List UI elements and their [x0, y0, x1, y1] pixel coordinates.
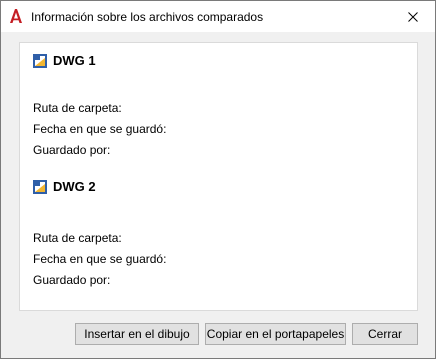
close-button[interactable]: Cerrar	[352, 323, 418, 345]
dwg1-title: DWG 1	[53, 53, 96, 68]
dwg2-header: DWG 2	[33, 179, 96, 195]
autocad-a-icon	[10, 9, 22, 23]
dwg2-saved-by-label: Guardado por:	[33, 273, 111, 287]
dialog-window: Información sobre los archivos comparado…	[0, 0, 436, 359]
title-bar: Información sobre los archivos comparado…	[1, 1, 435, 32]
dwg-file-icon	[33, 54, 47, 68]
dwg1-folder-path-label: Ruta de carpeta:	[33, 101, 122, 115]
insert-in-drawing-button[interactable]: Insertar en el dibujo	[75, 323, 199, 345]
info-panel: DWG 1 Ruta de carpeta: Fecha en que se g…	[19, 42, 418, 311]
dwg1-saved-by-label: Guardado por:	[33, 143, 111, 157]
dwg1-header: DWG 1	[33, 53, 96, 69]
dwg1-saved-date-label: Fecha en que se guardó:	[33, 122, 167, 136]
close-window-button[interactable]	[391, 1, 435, 32]
copy-to-clipboard-button[interactable]: Copiar en el portapapeles	[205, 323, 346, 345]
dwg2-saved-date-label: Fecha en que se guardó:	[33, 252, 167, 266]
dwg2-folder-path-label: Ruta de carpeta:	[33, 231, 122, 245]
close-icon	[408, 11, 418, 22]
dwg-file-icon	[33, 180, 47, 194]
dwg2-title: DWG 2	[53, 179, 96, 194]
window-title: Información sobre los archivos comparado…	[31, 10, 264, 24]
